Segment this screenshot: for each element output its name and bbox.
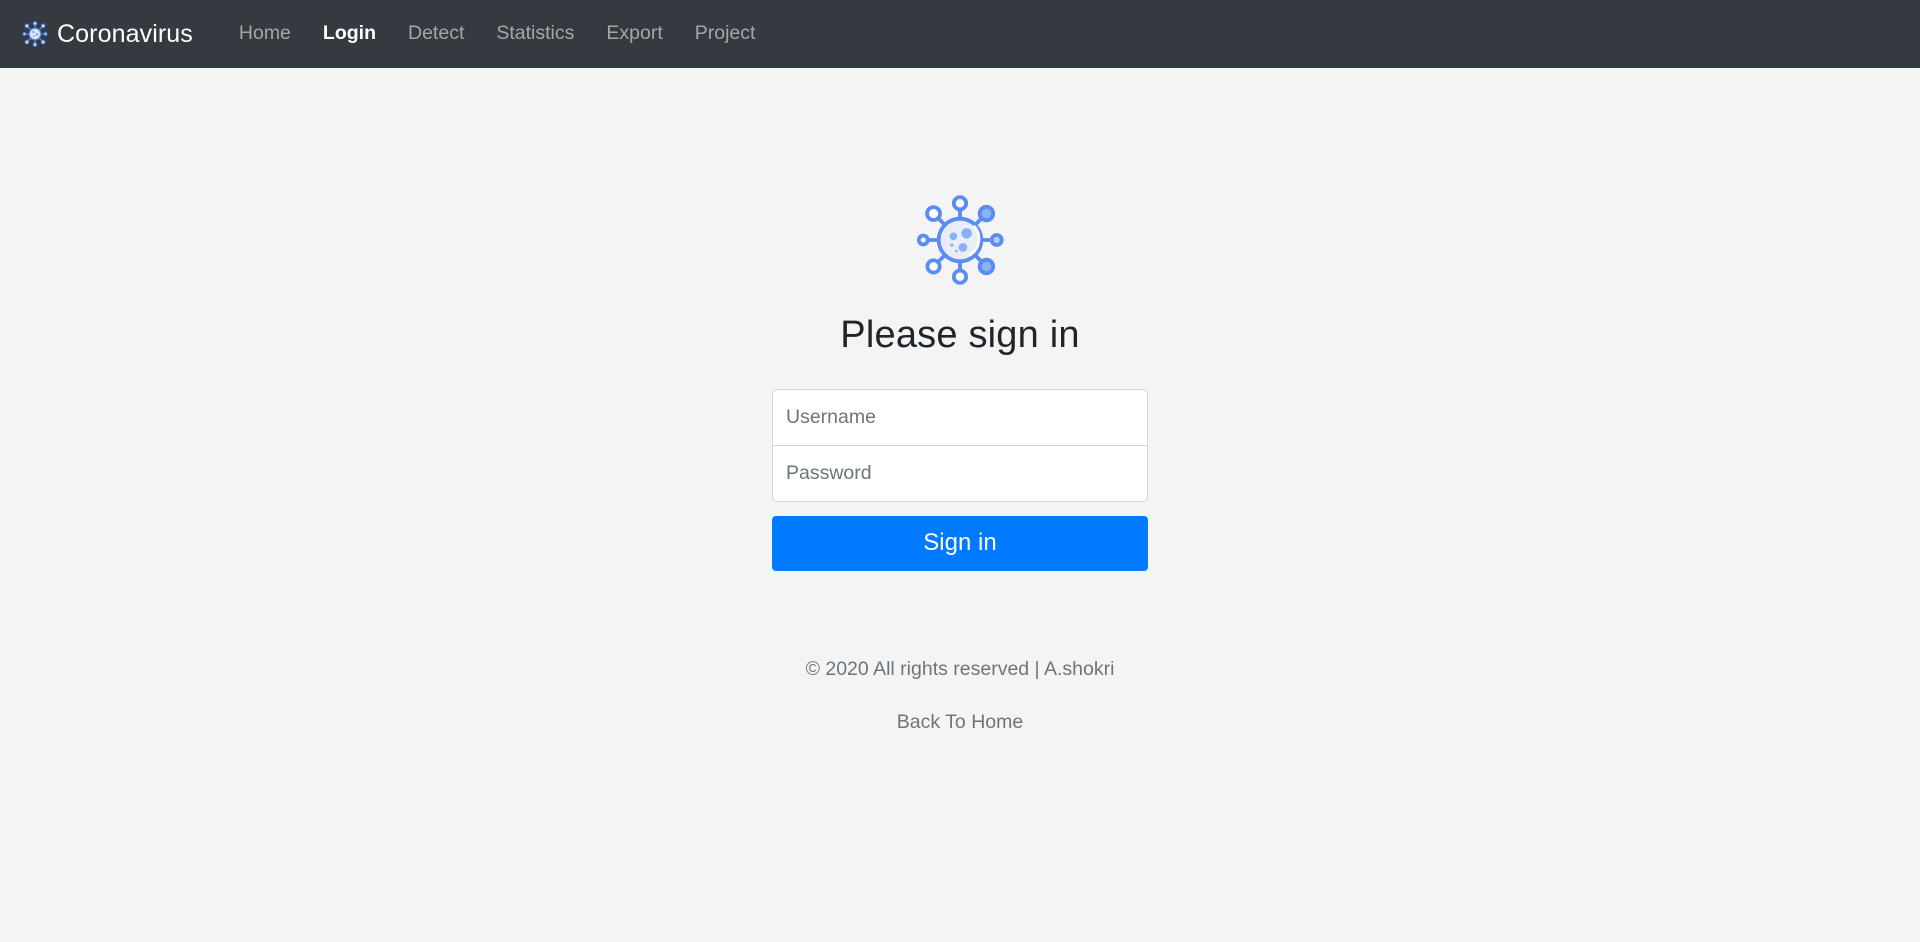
sign-in-button[interactable]: Sign in <box>772 515 1148 571</box>
nav-link-login[interactable]: Login <box>307 14 392 54</box>
nav-link-export[interactable]: Export <box>590 14 678 54</box>
back-to-home-link[interactable]: Back To Home <box>897 710 1023 735</box>
brand-label: Coronavirus <box>57 19 193 48</box>
password-input[interactable] <box>772 444 1148 502</box>
login-page-main: Please sign in Sign in © 2020 All rights… <box>0 68 1920 735</box>
copyright-text: © 2020 All rights reserved | A.shokri <box>805 657 1115 680</box>
nav-item-detect: Detect <box>392 14 480 54</box>
brand-logo-link[interactable]: Coronavirus <box>22 21 193 47</box>
login-form: Sign in <box>772 388 1148 571</box>
nav-item-export: Export <box>590 14 678 54</box>
hero-virus-icon <box>913 193 1007 287</box>
nav-link-statistics[interactable]: Statistics <box>480 14 590 54</box>
nav-item-login: Login <box>307 14 392 54</box>
virus-icon <box>22 21 48 47</box>
nav-link-home[interactable]: Home <box>223 14 307 54</box>
username-input[interactable] <box>772 388 1148 446</box>
nav-link-detect[interactable]: Detect <box>392 14 480 54</box>
nav-link-project[interactable]: Project <box>679 14 772 54</box>
nav-item-statistics: Statistics <box>480 14 590 54</box>
navbar-links: Home Login Detect Statistics Export Proj… <box>223 14 772 54</box>
top-navbar: Coronavirus Home Login Detect Statistics… <box>0 0 1920 68</box>
page-title: Please sign in <box>840 314 1080 356</box>
nav-item-project: Project <box>679 14 772 54</box>
nav-item-home: Home <box>223 14 307 54</box>
